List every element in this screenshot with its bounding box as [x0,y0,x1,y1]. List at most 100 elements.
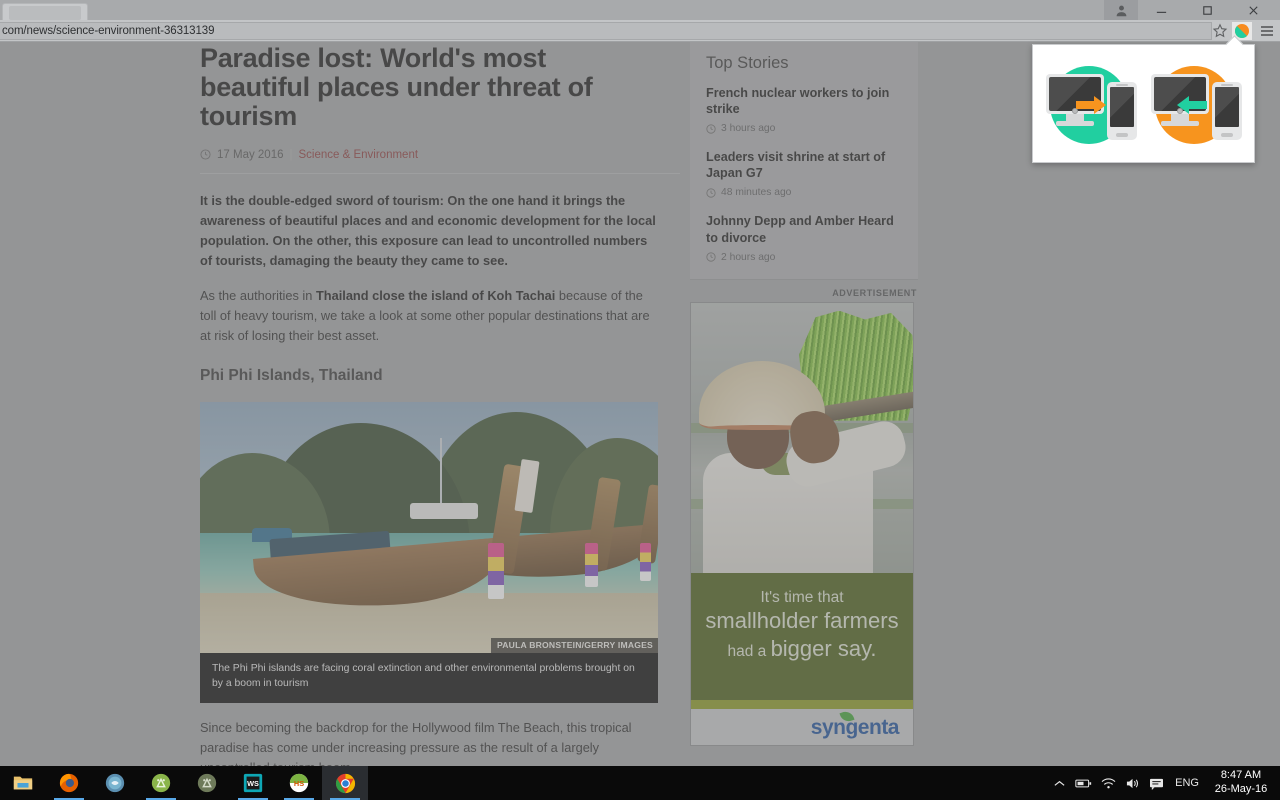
clock[interactable]: 8:47 AM 26-May-16 [1210,769,1272,797]
byline-separator: | [290,149,293,161]
ad-accent-bar [691,700,913,709]
taskbar-item-android-studio-2[interactable] [184,766,230,800]
ad-message: It's time that smallholder farmers had a… [691,573,913,700]
story-time-text: 2 hours ago [721,252,775,263]
tab-strip [0,0,1280,20]
story-headline[interactable]: French nuclear workers to join strike [706,85,902,117]
extension-popup[interactable] [1032,44,1255,163]
arrow-right-icon [1076,96,1106,114]
photo-yacht [410,503,478,519]
article-paragraph-2: As the authorities in Thailand close the… [200,286,660,345]
byline: 17 May 2016 | Science & Environment [200,149,660,161]
arrow-left-icon [1177,96,1207,114]
story-time-text: 48 minutes ago [721,187,791,198]
photo-mast [440,438,442,510]
page-title: Paradise lost: World's most beautiful pl… [200,42,660,131]
phone-icon [1107,82,1137,140]
photo-credit: PAULA BRONSTEIN/GERRY IMAGES [491,638,658,653]
ad-brand-footer: syngenta [691,709,913,746]
article-paragraph-3: Since becoming the backdrop for the Holl… [200,718,660,766]
story-headline[interactable]: Leaders visit shrine at start of Japan G… [706,149,902,181]
taskbar-item-chrome[interactable] [322,766,368,800]
ad-line-1: It's time that [760,589,843,607]
clock-time: 8:47 AM [1210,769,1272,783]
maximize-button[interactable] [1184,0,1230,20]
list-item[interactable]: French nuclear workers to join strike 3 … [706,85,902,134]
monitor-stand [1066,114,1084,121]
photo-ribbon [640,543,651,581]
clock-icon [706,188,716,198]
taskbar-item-webstorm[interactable]: WS [230,766,276,800]
browser-tab[interactable] [2,3,88,20]
ad-line-2: smallholder farmers [705,608,898,634]
photo-caption: The Phi Phi islands are facing coral ext… [200,653,658,703]
monitor-base [1056,121,1094,126]
window-controls [1104,0,1276,20]
story-timestamp: 48 minutes ago [706,187,902,198]
volume-icon[interactable] [1125,777,1140,790]
monitor-base [1161,121,1199,126]
syngenta-wordmark: syngenta [811,716,899,739]
notifications-icon[interactable] [1149,777,1164,790]
language-indicator[interactable]: ENG [1175,777,1199,789]
top-stories-title: Top Stories [706,54,902,73]
photo-ribbon [488,543,504,599]
clock-icon [200,149,211,160]
taskbar-item-android-studio-1[interactable] [138,766,184,800]
browser-window: com/news/science-environment-36313139 Pa… [0,0,1280,766]
wifi-icon[interactable] [1101,777,1116,790]
phone-icon [1212,82,1242,140]
taskbar-item-hs-app[interactable]: HS [276,766,322,800]
story-timestamp: 2 hours ago [706,252,902,263]
clock-icon [706,124,716,134]
menu-icon[interactable] [1260,24,1274,38]
system-tray: ENG 8:47 AM 26-May-16 [1053,766,1280,800]
taskbar: WS HS ENG 8:47 AM 26-May-16 [0,766,1280,800]
advertisement-label: ADVERTISEMENT [690,280,918,302]
pull-from-phone-button[interactable] [1149,58,1244,150]
star-icon[interactable] [1212,23,1228,39]
section-subheading: Phi Phi Islands, Thailand [200,367,660,385]
story-time-text: 3 hours ago [721,123,775,134]
svg-text:HS: HS [294,779,304,788]
ad-photo [691,303,913,573]
taskbar-item-file-explorer[interactable] [0,766,46,800]
ad-line-3-big: bigger say. [771,636,877,661]
clock-icon [706,252,716,262]
article-photo: PAULA BRONSTEIN/GERRY IMAGES [200,402,658,653]
push-to-phone-button[interactable] [1044,58,1139,150]
photo-ribbon [585,543,598,587]
story-timestamp: 3 hours ago [706,123,902,134]
top-stories-panel: Top Stories French nuclear workers to jo… [690,42,918,280]
article: Paradise lost: World's most beautiful pl… [200,42,660,766]
close-button[interactable] [1230,0,1276,20]
url-text: com/news/science-environment-36313139 [2,25,214,37]
article-date: 17 May 2016 [217,149,284,161]
person-icon[interactable] [1104,0,1138,20]
ad-line-3-small: had a [727,643,770,660]
para2-link[interactable]: Thailand close the island of Koh Tachai [316,288,555,303]
extension-badge [1235,24,1249,38]
taskbar-item-firefox[interactable] [46,766,92,800]
para2-prefix: As the authorities in [200,288,316,303]
list-item[interactable]: Johnny Depp and Amber Heard to divorce 2… [706,213,902,262]
syngenta-logo: syngenta [811,716,899,740]
svg-text:WS: WS [247,779,259,788]
advertisement-banner[interactable]: It's time that smallholder farmers had a… [690,302,914,746]
sidebar: Top Stories French nuclear workers to jo… [690,42,918,746]
divider [200,173,680,174]
chevron-up-icon[interactable] [1053,777,1066,790]
ad-line-3: had a bigger say. [727,636,876,662]
address-bar[interactable]: com/news/science-environment-36313139 [0,22,1212,40]
monitor-stand [1171,114,1189,121]
clock-date: 26-May-16 [1210,783,1272,797]
taskbar-icons: WS HS [0,766,368,800]
taskbar-item-app-blue[interactable] [92,766,138,800]
article-category-link[interactable]: Science & Environment [299,149,419,161]
minimize-button[interactable] [1138,0,1184,20]
list-item[interactable]: Leaders visit shrine at start of Japan G… [706,149,902,198]
article-lede: It is the double-edged sword of tourism:… [200,191,660,271]
article-figure: PAULA BRONSTEIN/GERRY IMAGES The Phi Phi… [200,402,658,703]
story-headline[interactable]: Johnny Depp and Amber Heard to divorce [706,213,902,245]
battery-icon[interactable] [1075,777,1092,790]
